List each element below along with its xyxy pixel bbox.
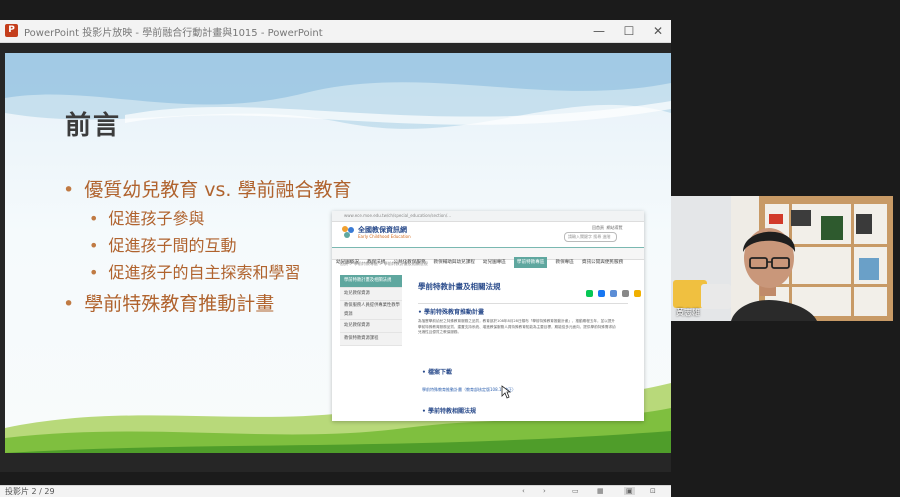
embedded-webpage-screenshot: www.ece.moe.edu.tw/ch/special_education/… [332,211,644,421]
sub-bullet-text: 促進孩子的自主探索和學習 [108,263,301,282]
section-heading: • 學前特教相關法規 [422,408,476,415]
nav-item-active[interactable]: 學前特教專區 [513,257,548,268]
bullet-dot: • [63,293,75,315]
close-button[interactable]: ✕ [645,22,671,40]
nav-item[interactable]: 資訊公開與便民服務 [582,257,623,268]
sidebar-item[interactable]: 教保服務人員提供專業性教學資源 [340,301,402,320]
site-nav-bar: 幼兒園概況 教保法規 公共化教保服務 教保輔助與幼兒課程 幼兒園專區 學前特教專區 教保專區… [332,247,644,268]
slideshow-icon[interactable]: ⊡ [650,487,656,495]
webcam-video: 黃志雄 [671,196,893,321]
sidebar-item[interactable]: 學前特教計畫及相關法規 [340,275,402,288]
section-heading: • 學前特殊教育推動計畫 [418,309,484,316]
previous-slide-button[interactable]: ‹ [522,487,525,495]
reading-view-icon[interactable]: ▣ [624,487,635,495]
sub-bullet-text: 促進孩子間的互動 [108,236,237,255]
site-subtitle: Early Childhood Education [358,234,411,239]
web-body-text: 為落實學前幼兒之特殊教育服務之品質，教育部於108年8月28日頒布「學前特殊教育… [418,319,616,334]
bullet-dot: • [89,209,99,228]
breadcrumb: 首頁 > 學前特教專區 > 學前特教計畫及相關法規 [340,261,428,266]
bullet-dot: • [89,236,99,255]
normal-view-icon[interactable]: ▭ [572,487,579,495]
url-text: www.ece.moe.edu.tw/ch/special_education/… [344,213,451,218]
participant-name: 黃志雄 [676,308,700,317]
webcam-scene [671,196,893,321]
slide-sorter-icon[interactable]: ▦ [597,487,604,495]
line-icon[interactable] [586,290,593,297]
nav-item[interactable]: 幼兒園專區 [483,257,506,268]
window-title: PowerPoint 投影片放映 - 學前融合行動計畫與1015 - Power… [24,28,323,39]
sidebar-item[interactable]: 幼兒教保資源 [340,320,402,333]
bullet-dot: • [63,179,75,201]
sub-bullet-text: 促進孩子參與 [108,209,205,228]
sub-bullet-item: • 促進孩子參與 [89,205,204,229]
slide-counter: 投影片 2 / 29 [5,487,55,496]
bullet-item: • 學前特殊教育推動計畫 [63,289,274,316]
bullet-item: • 優質幼兒教育 vs. 學前融合教育 [63,175,351,202]
next-slide-button[interactable]: › [543,487,546,495]
web-page-title: 學前特教計畫及相關法規 [418,282,501,291]
bullet-text: 學前特殊教育推動計畫 [84,293,275,315]
sidebar-item[interactable]: 幼兒教保資源 [340,288,402,301]
web-sidebar: 學前特教計畫及相關法規 幼兒教保資源 教保服務人員提供專業性教學資源 幼兒教保資… [340,275,402,346]
share-icons [586,282,642,301]
sub-bullet-item: • 促進孩子的自主探索和學習 [89,259,300,283]
top-links: 回首頁 網站導覽 [592,225,623,231]
facebook-icon[interactable] [598,290,606,297]
title-bar[interactable]: P PowerPoint 投影片放映 - 學前融合行動計畫與1015 - Pow… [0,20,671,43]
sub-bullet-item: • 促進孩子間的互動 [89,232,236,256]
site-search-input[interactable]: 請輸入關鍵字 搜尋 進階 [564,232,617,242]
powerpoint-icon: P [5,24,18,37]
status-bar: 投影片 2 / 29 ‹ › ▭ ▦ ▣ ⊡ [0,485,671,497]
site-logo-icon [342,226,354,238]
nav-item[interactable]: 教保專區 [555,257,573,268]
sidebar-item[interactable]: 教保特教資源課程 [340,333,402,346]
nav-item[interactable]: 教保輔助與幼兒課程 [434,257,475,268]
share-icon[interactable] [610,290,618,297]
top-link-sitemap[interactable]: 網站導覽 [607,225,623,230]
print-icon[interactable] [622,290,630,297]
minimize-button[interactable]: — [586,22,612,40]
top-link-home[interactable]: 回首頁 [592,225,604,230]
bullet-dot: • [89,263,99,282]
divider [418,303,628,304]
bullet-text: 優質幼兒教育 vs. 學前融合教育 [84,179,352,201]
font-size-icon[interactable] [634,290,642,297]
section-heading: • 檔案下載 [422,369,452,376]
browser-url-bar: www.ece.moe.edu.tw/ch/special_education/… [332,211,644,222]
slide[interactable]: 前言 • 優質幼兒教育 vs. 學前融合教育 • 促進孩子參與 • 促進孩子間的互動 … [5,53,671,453]
mouse-pointer-icon [501,385,511,399]
maximize-button[interactable]: ☐ [616,22,642,40]
slide-title: 前言 [65,111,122,141]
